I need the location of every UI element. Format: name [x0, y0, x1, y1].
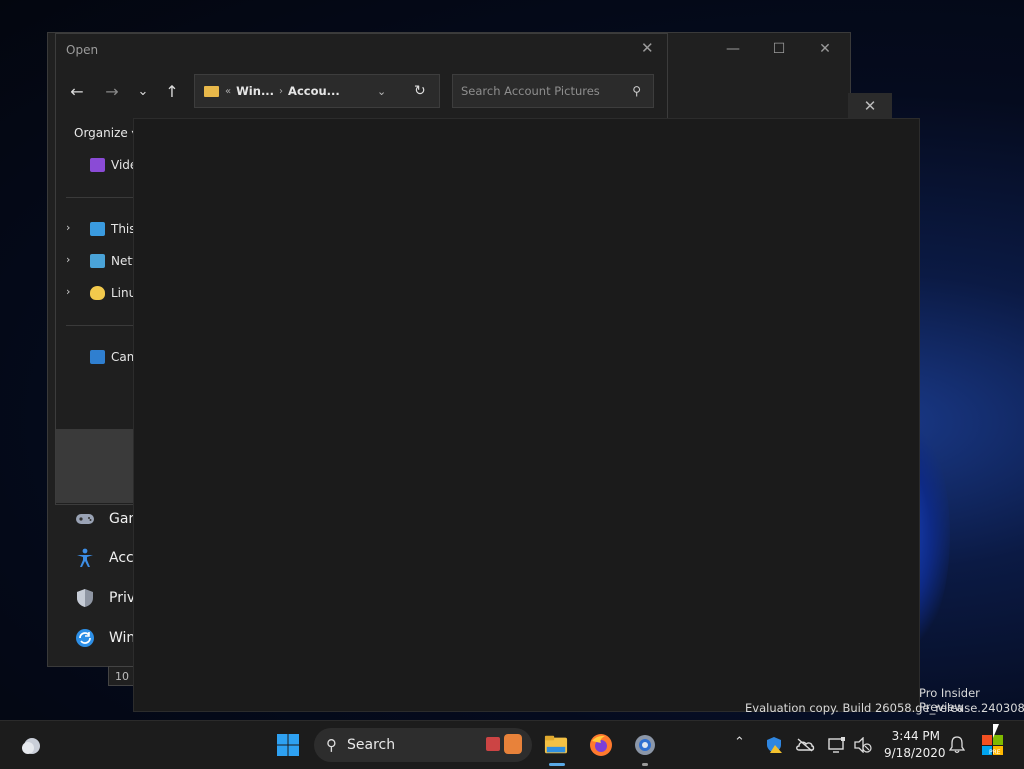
privacy-icon [75, 588, 95, 608]
breadcrumb-separator-icon: › [279, 85, 284, 97]
svg-text:PRE: PRE [989, 749, 1001, 756]
notifications-bell-icon[interactable] [945, 733, 969, 757]
start-button[interactable] [276, 733, 300, 757]
overflow-icon: « [225, 85, 232, 97]
close-icon: ✕ [863, 97, 877, 115]
dialog-close-button[interactable]: ✕ [641, 39, 654, 57]
clock-date: 9/18/2020 [884, 746, 946, 760]
address-bar[interactable]: « Win... › Accou... ⌄ ↻ [194, 74, 440, 108]
blank-content-panel [133, 118, 920, 712]
onedrive-offline-icon[interactable] [793, 733, 817, 757]
search-highlight-icon [504, 734, 522, 754]
search-highlight-icon [486, 737, 500, 751]
gaming-icon [75, 509, 95, 529]
search-icon: ⚲ [326, 736, 337, 754]
dialog-title: Open [66, 43, 99, 57]
linux-icon [90, 286, 105, 300]
organize-menu-button[interactable]: Organize ▾ [74, 126, 138, 140]
maximize-icon: ☐ [772, 41, 786, 57]
recent-locations-button[interactable]: ⌄ [130, 80, 156, 102]
defender-warning-icon[interactable] [762, 733, 786, 757]
nav-divider [66, 325, 136, 326]
breadcrumb-item[interactable]: Accou... [288, 84, 340, 98]
search-icon: ⚲ [632, 84, 641, 98]
display-icon[interactable] [825, 733, 849, 757]
arrow-left-icon: ← [70, 81, 84, 101]
breadcrumb-item[interactable]: Win... [236, 84, 274, 98]
volume-muted-icon[interactable] [851, 733, 875, 757]
refresh-icon[interactable]: ↻ [414, 83, 426, 99]
arrow-right-icon: → [105, 81, 119, 101]
mouse-cursor [993, 724, 1005, 738]
running-indicator [642, 763, 648, 766]
weather-icon[interactable] [20, 733, 44, 757]
nav-item-this-pc[interactable]: This [90, 218, 136, 240]
taskbar-search-label: Search [347, 737, 396, 753]
accessibility-icon [75, 548, 95, 568]
close-icon: ✕ [819, 41, 831, 57]
nav-item-label: This [111, 222, 136, 236]
windows-logo-icon [277, 734, 299, 756]
settings-taskbar-button[interactable] [633, 733, 657, 757]
taskbar-search[interactable]: ⚲ Search [314, 728, 532, 762]
camera-roll-icon [90, 350, 105, 364]
close-button[interactable]: ✕ [802, 33, 848, 65]
nav-divider [66, 197, 136, 198]
gear-icon [635, 735, 655, 755]
dialog-footer-panel [56, 429, 134, 503]
network-icon [90, 254, 105, 268]
nav-item-linux[interactable]: Linu [90, 282, 136, 304]
forward-button[interactable]: → [99, 80, 125, 102]
taskbar: ⚲ Search ⌃ 3:44 PM 9/18/2020 PRE [0, 720, 1024, 769]
folder-icon [204, 85, 219, 97]
windows-update-icon [75, 628, 95, 648]
arrow-up-icon: ↑ [165, 81, 179, 101]
address-dropdown-icon[interactable]: ⌄ [377, 85, 386, 98]
search-input[interactable]: Search Account Pictures ⚲ [452, 74, 654, 108]
maximize-button[interactable]: ☐ [756, 33, 802, 65]
nav-item-network[interactable]: Netv [90, 250, 139, 272]
watermark-build: Evaluation copy. Build 26058.ge_release.… [745, 701, 1024, 715]
this-pc-icon [90, 222, 105, 236]
tray-overflow-button[interactable]: ⌃ [734, 735, 745, 750]
search-placeholder: Search Account Pictures [461, 84, 600, 98]
up-button[interactable]: ↑ [159, 80, 185, 102]
expand-chevron-icon[interactable]: › [66, 221, 70, 234]
nav-item-camera-roll[interactable]: Cam [90, 346, 138, 368]
nav-item-videos[interactable]: Vide [90, 154, 137, 176]
active-indicator [549, 763, 565, 766]
taskbar-clock[interactable]: 3:44 PM 9/18/2020 [884, 728, 946, 762]
expand-chevron-icon[interactable]: › [66, 253, 70, 266]
firefox-taskbar-button[interactable] [589, 733, 613, 757]
file-explorer-taskbar-button[interactable] [544, 733, 568, 757]
settings-sub-tag: 10 [108, 666, 136, 686]
minimize-button[interactable]: — [710, 33, 756, 65]
clock-time: 3:44 PM [891, 729, 940, 743]
chevron-down-icon: ⌄ [137, 83, 149, 99]
close-icon: ✕ [641, 39, 654, 57]
firefox-icon [590, 734, 612, 756]
folder-icon [544, 735, 568, 754]
expand-chevron-icon[interactable]: › [66, 285, 70, 298]
back-button[interactable]: ← [64, 80, 90, 102]
minimize-icon: — [726, 41, 740, 57]
videos-icon [90, 158, 105, 172]
back-window-close-button[interactable]: ✕ [848, 93, 892, 119]
